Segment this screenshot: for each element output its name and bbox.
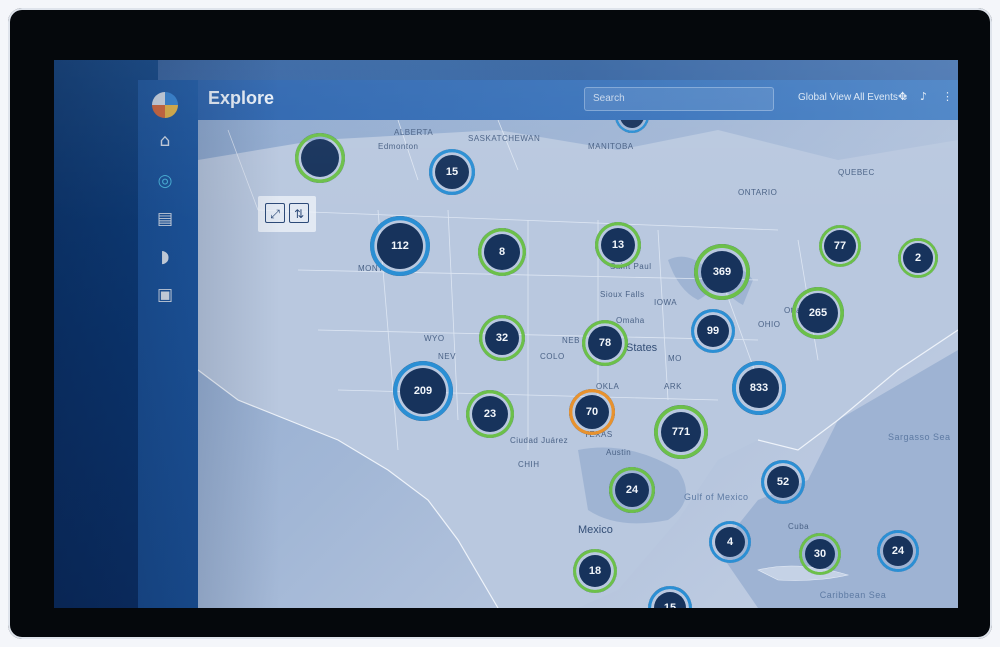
cluster-count: 2 bbox=[914, 252, 922, 264]
cluster-count: 18 bbox=[588, 565, 602, 577]
map-label-mo: MO bbox=[668, 354, 682, 363]
cluster-count: 15 bbox=[445, 166, 459, 178]
cluster-marker[interactable]: 99 bbox=[691, 309, 735, 353]
map-label-united-states: States bbox=[626, 342, 658, 354]
map-label-colo: COLO bbox=[540, 352, 565, 361]
map-label-sioux-falls: Sioux Falls bbox=[600, 290, 645, 299]
cluster-marker[interactable] bbox=[295, 133, 345, 183]
cluster-marker[interactable]: 2 bbox=[898, 238, 938, 278]
map-label-chih: CHIH bbox=[518, 460, 540, 469]
cluster-count: 13 bbox=[611, 239, 625, 251]
map-label-caribbean-sea: Caribbean Sea bbox=[819, 590, 887, 600]
expand-icon[interactable]: ⤢ bbox=[265, 203, 285, 223]
cluster-count: 23 bbox=[483, 408, 497, 420]
cluster-count: 771 bbox=[671, 426, 691, 438]
chat-icon[interactable]: ◗ bbox=[150, 246, 180, 268]
cluster-count: 209 bbox=[413, 385, 433, 397]
cluster-marker[interactable]: 32 bbox=[479, 315, 525, 361]
cluster-marker[interactable]: 23 bbox=[466, 390, 514, 438]
cluster-count: 369 bbox=[712, 266, 732, 278]
map-controls: ⤢ ⇅ bbox=[258, 196, 316, 232]
cluster-marker[interactable]: 30 bbox=[799, 533, 841, 575]
map-label-austin: Austin bbox=[606, 448, 632, 457]
cluster-marker[interactable]: 369 bbox=[694, 244, 750, 300]
cluster-marker[interactable]: 24 bbox=[877, 530, 919, 572]
cluster-marker[interactable]: 8 bbox=[478, 228, 526, 276]
cluster-marker[interactable]: 18 bbox=[573, 549, 617, 593]
cluster-marker[interactable]: 265 bbox=[792, 287, 844, 339]
map-canvas[interactable]: ALBERTA Edmonton SASKATCHEWAN MANITOBA O… bbox=[198, 120, 958, 608]
cluster-marker[interactable]: 4 bbox=[709, 521, 751, 563]
cluster-count: 15 bbox=[663, 602, 677, 608]
cluster-marker[interactable]: 15 bbox=[429, 149, 475, 195]
cluster-marker[interactable]: 77 bbox=[819, 225, 861, 267]
store-icon[interactable]: ▤ bbox=[150, 208, 180, 230]
map-label-cuba: Cuba bbox=[788, 522, 810, 531]
cluster-count: 78 bbox=[598, 337, 612, 349]
cluster-marker[interactable]: 209 bbox=[393, 361, 453, 421]
cluster-marker[interactable]: 13 bbox=[595, 222, 641, 268]
map-label-nev: NEV bbox=[438, 352, 456, 361]
cluster-count: 4 bbox=[726, 536, 734, 548]
map-label-alberta: ALBERTA bbox=[394, 128, 434, 137]
map-label-omaha: Omaha bbox=[616, 316, 645, 325]
cluster-count: 52 bbox=[776, 476, 790, 488]
map-label-wyo: WYO bbox=[424, 334, 445, 343]
top-bar: Explore Search Global View All Events ⌄ … bbox=[198, 80, 958, 120]
cluster-marker[interactable]: 771 bbox=[654, 405, 708, 459]
cluster-marker[interactable]: 78 bbox=[582, 320, 628, 366]
cluster-marker[interactable]: 52 bbox=[761, 460, 805, 504]
map-label-sargasso-sea: Sargasso Sea bbox=[888, 432, 951, 442]
bell-icon[interactable]: ♪ bbox=[920, 90, 927, 103]
cluster-count: 265 bbox=[808, 307, 828, 319]
map-label-ohio: OHIO bbox=[758, 320, 781, 329]
app-logo[interactable] bbox=[152, 92, 178, 118]
map-pin-icon[interactable]: ◎ bbox=[150, 170, 180, 192]
cluster-count: 99 bbox=[706, 325, 720, 337]
map-label-ontario: ONTARIO bbox=[738, 188, 778, 197]
cluster-count: 70 bbox=[585, 406, 599, 418]
cluster-count: 30 bbox=[813, 548, 827, 560]
home-icon[interactable]: ⌂ bbox=[150, 130, 180, 152]
settings-icon[interactable]: ✥ bbox=[898, 90, 907, 103]
page-title: Explore bbox=[208, 88, 275, 108]
sidebar: ⌂ ◎ ▤ ◗ ▣ bbox=[138, 80, 198, 608]
device-frame: ⌂ ◎ ▤ ◗ ▣ Explore Search Global View All… bbox=[8, 8, 992, 639]
map-label-neb: NEB bbox=[562, 336, 580, 345]
map-label-gulf-of-mexico: Gulf of Mexico bbox=[684, 492, 749, 502]
cluster-count: 24 bbox=[891, 545, 905, 557]
cluster-count: 112 bbox=[391, 240, 409, 252]
map-label-ark: ARK bbox=[664, 382, 682, 391]
more-icon[interactable]: ⋮ bbox=[942, 90, 953, 103]
cluster-count: 77 bbox=[833, 240, 847, 252]
map-label-mexico: Mexico bbox=[578, 524, 613, 536]
cluster-marker[interactable]: 112 bbox=[370, 216, 430, 276]
cluster-marker[interactable]: 70 bbox=[569, 389, 615, 435]
monitor-screen: ⌂ ◎ ▤ ◗ ▣ Explore Search Global View All… bbox=[54, 60, 958, 608]
sort-icon[interactable]: ⇅ bbox=[289, 203, 309, 223]
cluster-count: 24 bbox=[625, 484, 639, 496]
view-selector[interactable]: Global View All Events ⌄ bbox=[798, 92, 909, 103]
map-label-saskatchewan: SASKATCHEWAN bbox=[468, 134, 541, 143]
cluster-marker[interactable]: 24 bbox=[609, 467, 655, 513]
map-label-manitoba: MANITOBA bbox=[588, 142, 634, 151]
cluster-count: 8 bbox=[498, 246, 506, 258]
map-label-iowa: IOWA bbox=[654, 298, 678, 307]
search-input[interactable]: Search bbox=[584, 87, 774, 111]
report-icon[interactable]: ▣ bbox=[150, 284, 180, 306]
map-label-quebec: QUEBEC bbox=[838, 168, 875, 177]
cluster-count: 32 bbox=[495, 332, 509, 344]
cluster-marker[interactable]: 833 bbox=[732, 361, 786, 415]
map-label-edmonton: Edmonton bbox=[378, 142, 419, 151]
map-label-ciudad-juarez: Ciudad Juárez bbox=[510, 436, 569, 445]
cluster-count: 833 bbox=[749, 382, 769, 394]
